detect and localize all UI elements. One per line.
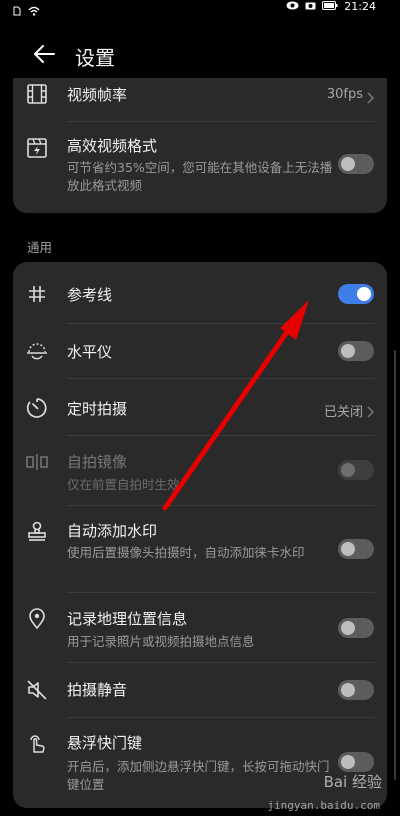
- status-right: 21:24: [286, 0, 376, 13]
- setting-row-efficient-format[interactable]: 高效视频格式 可节省约35%空间，您可能在其他设备上无法播放此格式视频: [13, 122, 387, 213]
- setting-row-selfie-mirror: 自拍镜像 仅在前置自拍时生效: [13, 436, 387, 506]
- status-time: 21:24: [344, 0, 376, 13]
- toggle-knob: [341, 157, 355, 171]
- setting-row-frame-rate[interactable]: 视频帧率 30fps: [13, 78, 387, 122]
- setting-label: 拍摄静音: [67, 681, 128, 699]
- setting-description: 开启后，添加侧边悬浮快门键，长按可拖动快门键位置: [67, 759, 330, 792]
- general-settings-card: 参考线 水平仪 定时拍摄 已关闭 自拍镜像 仅在前置自拍时生效 自动添加水印 使…: [13, 262, 387, 808]
- toggle-knob: [341, 463, 355, 477]
- chevron-right-icon: [367, 89, 375, 104]
- page-title: 设置: [75, 46, 115, 70]
- setting-label: 视频帧率: [67, 86, 128, 104]
- timer-icon: [25, 396, 49, 420]
- setting-row-level[interactable]: 水平仪: [13, 324, 387, 379]
- sim-icon: [12, 1, 22, 20]
- eye-icon: [286, 0, 299, 13]
- toggle-knob: [341, 621, 355, 635]
- chevron-right-icon: [367, 403, 375, 418]
- section-title-general: 通用: [27, 240, 53, 255]
- setting-label: 定时拍摄: [67, 400, 128, 418]
- grid-toggle[interactable]: [338, 284, 374, 304]
- selfie-mirror-toggle: [338, 460, 374, 480]
- setting-value: 30fps: [326, 87, 363, 102]
- status-left: [12, 1, 40, 20]
- battery-icon: [322, 0, 338, 13]
- setting-description: 可节省约35%空间，您可能在其他设备上无法播放此格式视频: [67, 160, 333, 193]
- toggle-knob: [357, 287, 371, 301]
- header: 设置: [0, 30, 400, 78]
- touch-icon: [25, 732, 49, 756]
- setting-label: 悬浮快门键: [67, 734, 143, 752]
- toggle-knob: [341, 542, 355, 556]
- setting-description: 使用后置摄像头拍摄时，自动添加徕卡水印: [67, 545, 305, 560]
- camera-icon: [305, 0, 316, 13]
- setting-label: 记录地理位置信息: [67, 610, 188, 628]
- setting-row-timer[interactable]: 定时拍摄 已关闭: [13, 379, 387, 436]
- setting-row-location[interactable]: 记录地理位置信息 用于记录照片或视频拍摄地点信息: [13, 593, 387, 663]
- back-arrow-icon[interactable]: [30, 40, 58, 68]
- mute-toggle[interactable]: [338, 680, 374, 700]
- watermark-toggle[interactable]: [338, 539, 374, 559]
- toggle-knob: [341, 755, 355, 769]
- stamp-icon: [25, 520, 49, 544]
- setting-label: 自拍镜像: [67, 453, 128, 471]
- location-icon: [25, 607, 49, 631]
- wifi-icon: [28, 1, 40, 20]
- scrollbar[interactable]: [394, 350, 396, 780]
- setting-label: 高效视频格式: [67, 137, 158, 155]
- mute-icon: [25, 678, 49, 702]
- location-toggle[interactable]: [338, 618, 374, 638]
- setting-row-grid[interactable]: 参考线: [13, 262, 387, 324]
- video-format-icon: [25, 136, 49, 160]
- watermark-url: jingyan.baidu.com: [267, 799, 380, 812]
- mirror-icon: [25, 450, 49, 474]
- grid-icon: [25, 282, 49, 306]
- toggle-knob: [341, 683, 355, 697]
- film-icon: [25, 82, 49, 106]
- baidu-jingyan-logo: Bai 经验: [323, 773, 382, 791]
- setting-row-watermark[interactable]: 自动添加水印 使用后置摄像头拍摄时，自动添加徕卡水印: [13, 506, 387, 593]
- setting-label: 参考线: [67, 286, 113, 304]
- status-bar: 21:24: [0, 0, 400, 16]
- setting-label: 水平仪: [67, 343, 113, 361]
- level-icon: [25, 340, 49, 364]
- setting-description: 用于记录照片或视频拍摄地点信息: [67, 634, 255, 649]
- efficient-format-toggle[interactable]: [338, 154, 374, 174]
- setting-row-floating-shutter[interactable]: 悬浮快门键 开启后，添加侧边悬浮快门键，长按可拖动快门键位置: [13, 718, 387, 808]
- floating-shutter-toggle[interactable]: [338, 752, 374, 772]
- setting-value: 已关闭: [323, 405, 363, 420]
- setting-row-mute[interactable]: 拍摄静音: [13, 663, 387, 718]
- toggle-knob: [341, 344, 355, 358]
- setting-label: 自动添加水印: [67, 522, 158, 540]
- setting-description: 仅在前置自拍时生效: [67, 477, 180, 492]
- level-toggle[interactable]: [338, 341, 374, 361]
- video-settings-card: 视频帧率 30fps 高效视频格式 可节省约35%空间，您可能在其他设备上无法播…: [13, 78, 387, 213]
